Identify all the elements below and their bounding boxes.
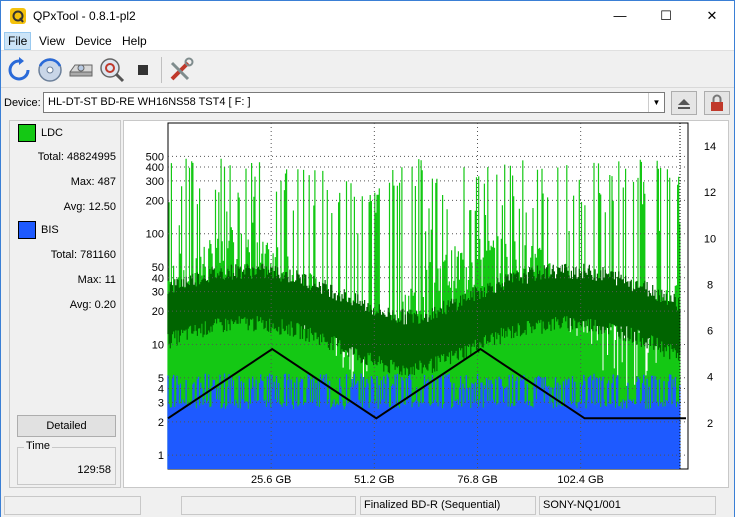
bis-label: BIS bbox=[41, 224, 59, 236]
ldc-swatch bbox=[18, 124, 36, 142]
y-right-tick-label: 4 bbox=[707, 372, 713, 384]
device-label: Device: bbox=[4, 97, 41, 109]
x-tick-label: 25.6 GB bbox=[251, 474, 291, 486]
ldc-bis-chart: 25.6 GB 51.2 GB 76.8 GB 102.4 GB50040030020… bbox=[146, 122, 716, 486]
minimize-button[interactable]: — bbox=[597, 1, 643, 31]
drive-icon[interactable] bbox=[67, 56, 95, 84]
y-left-tick-label: 10 bbox=[152, 339, 164, 351]
bis-avg: Avg: 0.20 bbox=[69, 299, 116, 311]
y-left-tick-label: 20 bbox=[152, 306, 164, 318]
legend-panel: LDC Total: 48824995 Max: 487 Avg: 12.50 … bbox=[9, 120, 121, 488]
status-cell-2 bbox=[181, 496, 356, 515]
toolbar bbox=[1, 52, 734, 88]
ldc-avg: Avg: 12.50 bbox=[63, 201, 116, 213]
bis-swatch bbox=[18, 221, 36, 239]
menu-view[interactable]: View bbox=[39, 34, 65, 48]
time-label: Time bbox=[24, 440, 53, 452]
qpxtool-icon bbox=[10, 8, 26, 24]
menu-file[interactable]: File bbox=[4, 32, 32, 50]
y-left-tick-label: 3 bbox=[158, 397, 164, 409]
disc-scan-icon[interactable] bbox=[36, 56, 64, 84]
eject-button[interactable] bbox=[671, 91, 697, 115]
y-right-tick-label: 6 bbox=[707, 326, 713, 338]
y-right-tick-label: 2 bbox=[707, 418, 713, 430]
status-cell-3: Finalized BD-R (Sequential) bbox=[360, 496, 536, 515]
device-selected-value: HL-DT-ST BD-RE WH16NS58 TST4 [ F: ] bbox=[48, 96, 251, 108]
y-right-tick-label: 12 bbox=[704, 187, 716, 199]
y-left-tick-label: 400 bbox=[146, 162, 164, 174]
x-tick-label: 102.4 GB bbox=[557, 474, 603, 486]
settings-tools-icon[interactable] bbox=[167, 56, 195, 84]
y-left-tick-label: 40 bbox=[152, 273, 164, 285]
lock-icon bbox=[711, 94, 723, 111]
y-right-tick-label: 8 bbox=[707, 279, 713, 291]
y-left-tick-label: 4 bbox=[158, 384, 164, 396]
status-bar: Finalized BD-R (Sequential) SONY-NQ1/001 bbox=[1, 493, 734, 517]
time-value: 129:58 bbox=[77, 464, 111, 476]
device-row: Device: HL-DT-ST BD-RE WH16NS58 TST4 [ F… bbox=[1, 89, 734, 117]
bis-max: Max: 11 bbox=[77, 274, 116, 286]
stop-icon[interactable] bbox=[129, 56, 157, 84]
menu-device[interactable]: Device bbox=[75, 34, 112, 48]
refresh-icon[interactable] bbox=[5, 56, 33, 84]
chevron-down-icon[interactable]: ▼ bbox=[648, 93, 664, 112]
status-cell-4: SONY-NQ1/001 bbox=[539, 496, 716, 515]
device-select[interactable]: HL-DT-ST BD-RE WH16NS58 TST4 [ F: ] ▼ bbox=[43, 92, 665, 113]
maximize-button[interactable]: ☐ bbox=[643, 1, 689, 31]
y-left-tick-label: 1 bbox=[158, 450, 164, 462]
lock-button[interactable] bbox=[704, 91, 730, 115]
y-right-tick-label: 10 bbox=[704, 233, 716, 245]
y-left-tick-label: 30 bbox=[152, 287, 164, 299]
ldc-total: Total: 48824995 bbox=[37, 151, 116, 163]
x-tick-label: 76.8 GB bbox=[457, 474, 497, 486]
magnifier-disc-icon[interactable] bbox=[98, 56, 126, 84]
y-left-tick-label: 100 bbox=[146, 229, 164, 241]
bis-total: Total: 781160 bbox=[50, 249, 116, 261]
x-tick-label: 51.2 GB bbox=[354, 474, 394, 486]
menu-help[interactable]: Help bbox=[122, 34, 147, 48]
status-cell-1 bbox=[4, 496, 141, 515]
close-button[interactable]: ✕ bbox=[689, 1, 735, 31]
y-left-tick-label: 2 bbox=[158, 417, 164, 429]
ldc-label: LDC bbox=[41, 127, 64, 139]
y-right-tick-label: 14 bbox=[704, 141, 716, 153]
toolbar-separator bbox=[161, 57, 162, 83]
ldc-max: Max: 487 bbox=[70, 176, 116, 188]
eject-icon bbox=[678, 99, 690, 109]
title-bar: QPxTool - 0.8.1-pl2 — ☐ ✕ bbox=[1, 1, 734, 31]
detailed-button[interactable]: Detailed bbox=[17, 415, 116, 437]
window-title: QPxTool - 0.8.1-pl2 bbox=[33, 9, 136, 23]
chart-panel: 25.6 GB 51.2 GB 76.8 GB 102.4 GB 500 400 300 20… bbox=[123, 120, 729, 488]
y-left-tick-label: 200 bbox=[146, 195, 164, 207]
menu-bar: File View Device Help bbox=[1, 31, 734, 51]
y-left-tick-label: 300 bbox=[146, 176, 164, 188]
time-box: Time 129:58 bbox=[17, 440, 116, 485]
app-window: QPxTool - 0.8.1-pl2 — ☐ ✕ File View Devi… bbox=[0, 0, 735, 517]
